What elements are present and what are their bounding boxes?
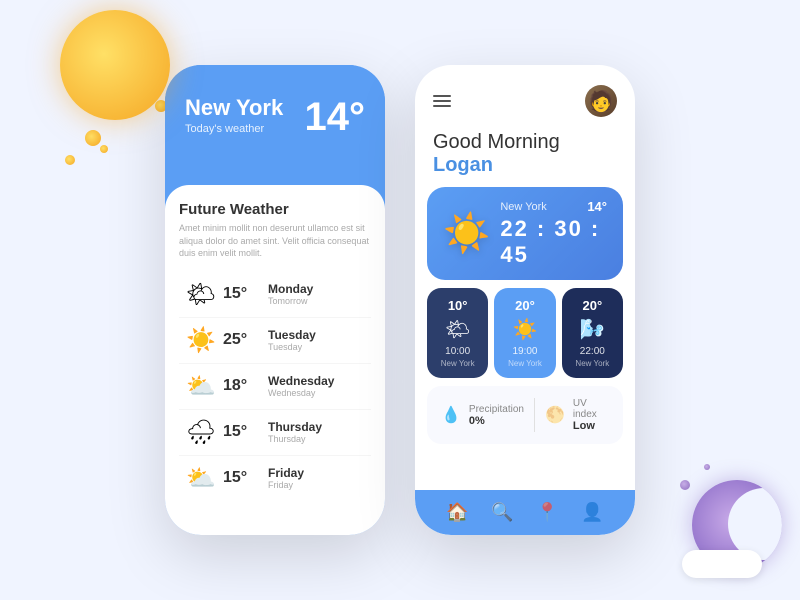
sun-decoration (60, 10, 170, 120)
precipitation-icon: 💧 (441, 405, 461, 425)
tc-city-19: New York (502, 359, 547, 368)
temp-friday: 15° (223, 469, 268, 487)
big-card-temp: 14° (587, 199, 607, 214)
big-card-city: New York (500, 201, 546, 213)
temp-wednesday: 18° (223, 377, 268, 395)
weather-icon-tuesday: ☀️ (186, 326, 216, 355)
weather-icon-thursday: 🌧 (186, 418, 216, 447)
bottom-nav: 🏠 🔍 📍 👤 (415, 490, 635, 535)
nav-search-icon[interactable]: 🔍 (491, 502, 513, 523)
big-card-info: New York 14° 22 : 30 : 45 (500, 199, 607, 268)
greeting-line1: Good Morning (433, 131, 617, 154)
sun-dot-2 (65, 155, 75, 165)
icon-cell-monday: 🌤 (179, 280, 223, 309)
nav-profile-icon[interactable]: 👤 (581, 502, 603, 523)
weather-row-friday: ⛅ 15° Friday Friday (179, 456, 371, 501)
tc-time-10: 10:00 (435, 346, 480, 357)
precipitation-val: 0% (469, 415, 524, 427)
left-temperature: 14° (305, 95, 366, 140)
precipitation-info: 💧 Precipitation 0% (441, 398, 524, 432)
greeting: Good Morning Logan (415, 127, 635, 187)
left-today-label: Today's weather (185, 123, 283, 135)
moon-decoration (692, 480, 782, 570)
left-card-container: Future Weather Amet minim mollit non des… (165, 185, 385, 535)
uv-val: Low (573, 420, 609, 432)
big-weather-card: ☀️ New York 14° 22 : 30 : 45 (427, 187, 623, 280)
left-phone: New York Today's weather 14° Future Weat… (165, 65, 385, 535)
icon-cell-thursday: 🌧 (179, 418, 223, 447)
future-weather-subtitle: Amet minim mollit non deserunt ullamco e… (179, 222, 371, 260)
day-tuesday: Tuesday Tuesday (268, 328, 316, 352)
day-monday: Monday Tomorrow (268, 282, 313, 306)
tc-temp-10: 10° (435, 298, 480, 313)
hamburger-line-1 (433, 95, 451, 97)
hamburger-line-2 (433, 100, 451, 102)
icon-cell-tuesday: ☀️ (179, 326, 223, 355)
purple-dot-1 (680, 480, 690, 490)
weather-icon-monday: 🌤 (186, 280, 216, 309)
future-weather-title: Future Weather (179, 201, 371, 218)
avatar-emoji: 🧑 (589, 89, 614, 114)
icon-cell-friday: ⛅ (179, 464, 223, 493)
temp-monday: 15° (223, 285, 268, 303)
day-wednesday: Wednesday Wednesday (268, 374, 334, 398)
hamburger-icon[interactable] (433, 95, 451, 107)
tc-temp-22: 20° (570, 298, 615, 313)
scene: New York Today's weather 14° Future Weat… (0, 0, 800, 600)
weather-rows: 🌤 15° Monday Tomorrow ☀️ 25° Tuesday (179, 272, 371, 501)
left-city: New York (185, 95, 283, 121)
weather-row-thursday: 🌧 15° Thursday Thursday (179, 410, 371, 456)
nav-location-icon[interactable]: 📍 (536, 502, 558, 523)
right-header: 🧑 (415, 65, 635, 127)
weather-row-wednesday: ⛅ 18° Wednesday Wednesday (179, 364, 371, 410)
day-friday: Friday Friday (268, 466, 304, 490)
uv-label: UV index (573, 398, 609, 420)
uv-info: 🌕 UV index Low (545, 398, 609, 432)
uv-text: UV index Low (573, 398, 609, 432)
tc-city-22: New York (570, 359, 615, 368)
time-card-10: 10° 🌤 10:00 New York (427, 288, 488, 378)
left-phone-header: New York Today's weather 14° (165, 65, 385, 160)
nav-home-icon[interactable]: 🏠 (446, 502, 468, 523)
weather-row-tuesday: ☀️ 25° Tuesday Tuesday (179, 318, 371, 364)
greeting-name: Logan (433, 154, 617, 177)
tc-city-10: New York (435, 359, 480, 368)
tc-time-19: 19:00 (502, 346, 547, 357)
weather-icon-friday: ⛅ (186, 464, 216, 493)
big-card-time: 22 : 30 : 45 (500, 216, 607, 268)
tc-time-22: 22:00 (570, 346, 615, 357)
info-divider (534, 398, 535, 432)
temp-tuesday: 25° (223, 331, 268, 349)
purple-dot-3 (704, 464, 710, 470)
tc-temp-19: 20° (502, 298, 547, 313)
time-card-19: 20° ☀️ 19:00 New York (494, 288, 555, 378)
sun-dot-3 (100, 145, 108, 153)
day-thursday: Thursday Thursday (268, 420, 322, 444)
precipitation-text: Precipitation 0% (469, 404, 524, 427)
right-phone: 🧑 Good Morning Logan ☀️ New York 14° 22 … (415, 65, 635, 535)
tc-icon-22: 🌬️ (570, 317, 615, 342)
tc-icon-10: 🌤 (435, 317, 480, 342)
sun-dot-1 (85, 130, 101, 146)
hamburger-line-3 (433, 105, 451, 107)
precipitation-label: Precipitation (469, 404, 524, 415)
time-card-22: 20° 🌬️ 22:00 New York (562, 288, 623, 378)
uv-icon: 🌕 (545, 405, 565, 425)
icon-cell-wednesday: ⛅ (179, 372, 223, 401)
temp-thursday: 15° (223, 423, 268, 441)
big-sun-icon: ☀️ (443, 212, 490, 256)
info-row: 💧 Precipitation 0% 🌕 UV index Low (427, 386, 623, 444)
tc-icon-19: ☀️ (502, 317, 547, 342)
weather-icon-wednesday: ⛅ (186, 372, 216, 401)
time-cards: 10° 🌤 10:00 New York 20° ☀️ 19:00 New Yo… (427, 288, 623, 378)
user-avatar[interactable]: 🧑 (585, 85, 617, 117)
weather-row-monday: 🌤 15° Monday Tomorrow (179, 272, 371, 318)
